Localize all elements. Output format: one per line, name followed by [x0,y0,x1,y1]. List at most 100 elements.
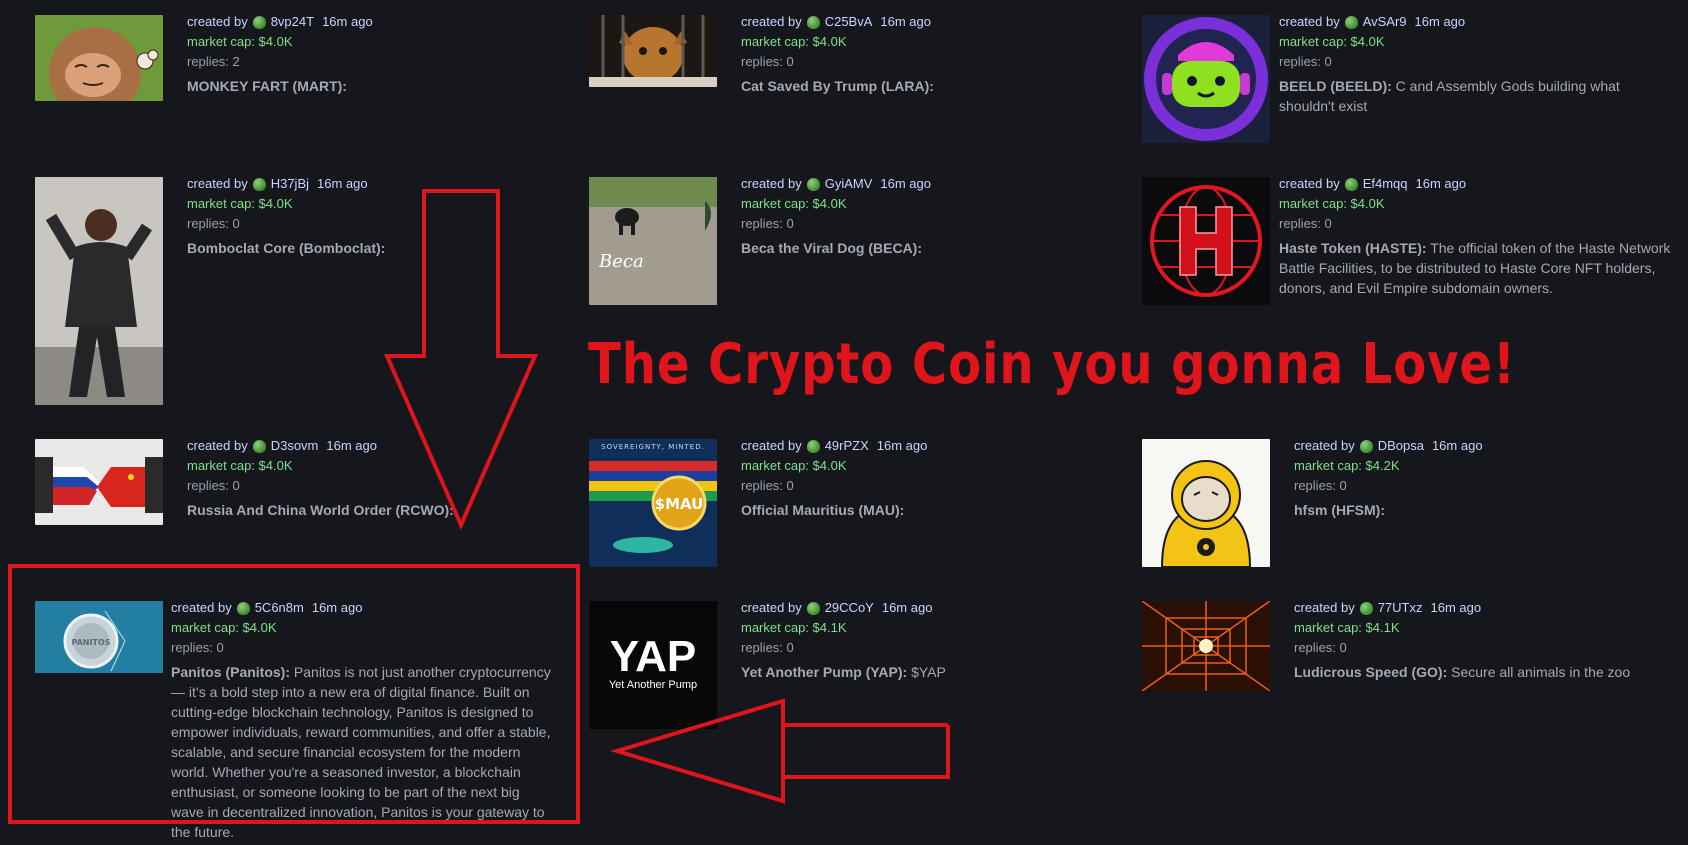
creator-link[interactable]: GyiAMV [825,174,873,194]
market-cap-label: market cap: [741,458,813,473]
annotation-headline: The Crypto Coin you gonna Love! [588,332,1516,397]
coin-thumbnail[interactable] [1142,15,1270,143]
created-by-label: created by [1279,176,1340,191]
created-time: 16m ago [881,600,933,615]
coin-name[interactable]: hfsm (HFSM): [1294,502,1385,518]
replies-label: replies: [187,54,233,69]
market-cap-value: $4.2K [1365,458,1400,473]
coin-name[interactable]: BEELD (BEELD): [1279,78,1392,94]
coin-thumbnail[interactable]: PANITOS [35,601,163,673]
coin-thumbnail[interactable] [35,439,163,525]
coin-description: Secure all animals in the zoo [1451,664,1631,680]
created-time: 16m ago [326,438,377,453]
created-time: 16m ago [1415,176,1467,191]
created-by-label: created by [187,14,248,29]
replies-label: replies: [171,640,217,655]
coin-name[interactable]: Bomboclat Core (Bomboclat): [187,240,385,256]
replies-count: 0 [216,640,224,655]
coin-name[interactable]: MONKEY FART (MART): [187,78,347,94]
market-cap-label: market cap: [741,196,813,211]
creator-link[interactable]: AvSAr9 [1363,12,1407,32]
coin-thumbnail[interactable] [1142,601,1270,691]
creator-link[interactable]: Ef4mqq [1363,174,1408,194]
creator-avatar-icon [236,601,250,615]
coin-name[interactable]: Beca the Viral Dog (BECA): [741,240,922,256]
coin-thumbnail[interactable] [35,15,163,101]
market-cap-label: market cap: [1279,34,1351,49]
created-time: 16m ago [322,14,373,29]
created-time: 16m ago [311,600,363,615]
replies-label: replies: [187,216,233,231]
creator-link[interactable]: 8vp24T [271,12,314,32]
replies-count: 0 [1324,216,1332,231]
created-time: 16m ago [1431,438,1483,453]
market-cap-label: market cap: [171,620,243,635]
creator-link[interactable]: H37jBj [271,174,309,194]
market-cap-label: market cap: [1279,196,1351,211]
market-cap-value: $4.0K [812,34,847,49]
creator-avatar-icon [1359,439,1373,453]
thumb-caption: Beca [598,251,644,272]
coin-thumbnail[interactable] [35,177,163,405]
replies-label: replies: [1279,54,1325,69]
created-by-label: created by [1294,600,1355,615]
coin-name[interactable]: Cat Saved By Trump (LARA): [741,78,934,94]
replies-label: replies: [741,54,787,69]
creator-link[interactable]: DBopsa [1378,436,1424,456]
market-cap-value: $4.0K [812,196,847,211]
coin-thumbnail[interactable] [589,15,717,87]
created-time: 16m ago [876,438,928,453]
replies-count: 0 [786,478,794,493]
market-cap-label: market cap: [741,34,813,49]
thumb-caption: SOVEREIGNTY, MINTED. [601,443,705,451]
replies-count: 0 [1339,640,1347,655]
replies-count: 0 [786,216,794,231]
created-time: 16m ago [1430,600,1482,615]
coin-thumbnail[interactable]: $MAU SOVEREIGNTY, MINTED. [589,439,717,567]
replies-count: 0 [1324,54,1332,69]
coin-name[interactable]: Russia And China World Order (RCWO): [187,502,454,518]
market-cap-label: market cap: [741,620,813,635]
creator-link[interactable]: 77UTxz [1378,598,1423,618]
market-cap-value: $4.0K [242,620,277,635]
creator-link[interactable]: D3sovm [271,436,319,456]
creator-link[interactable]: C25BvA [825,12,873,32]
created-by-label: created by [741,600,802,615]
coin-name[interactable]: Ludicrous Speed (GO): [1294,664,1447,680]
market-cap-label: market cap: [187,196,259,211]
created-by-label: created by [171,600,232,615]
replies-count: 0 [1339,478,1347,493]
coin-thumbnail[interactable]: YAP Yet Another Pump [589,601,717,729]
creator-avatar-icon [1344,177,1358,191]
coin-name[interactable]: Haste Token (HASTE): [1279,240,1427,256]
market-cap-value: $4.0K [812,458,847,473]
replies-count: 0 [232,216,240,231]
thumb-coin-label: $MAU [655,495,704,513]
coin-thumbnail[interactable]: Beca [589,177,717,305]
market-cap-value: $4.1K [1365,620,1400,635]
coin-thumbnail[interactable] [1142,177,1270,305]
replies-label: replies: [1294,478,1340,493]
thumb-subtitle: Yet Another Pump [609,679,697,691]
creator-avatar-icon [252,177,266,191]
coin-name[interactable]: Panitos (Panitos): [171,664,290,680]
replies-label: replies: [187,478,233,493]
creator-link[interactable]: 5C6n8m [255,598,304,618]
creator-avatar-icon [1359,601,1373,615]
creator-avatar-icon [806,601,820,615]
coin-name[interactable]: Yet Another Pump (YAP): [741,664,907,680]
coin-thumbnail[interactable] [1142,439,1270,567]
market-cap-label: market cap: [1294,458,1366,473]
creator-avatar-icon [252,15,266,29]
created-by-label: created by [187,176,248,191]
created-by-label: created by [741,438,802,453]
creator-avatar-icon [252,439,266,453]
creator-avatar-icon [806,177,820,191]
coin-name[interactable]: Official Mauritius (MAU): [741,502,904,518]
replies-count: 0 [232,478,240,493]
created-by-label: created by [741,14,802,29]
created-by-label: created by [1279,14,1340,29]
creator-link[interactable]: 29CCoY [825,598,874,618]
thumb-coin-label: PANITOS [71,638,110,647]
creator-link[interactable]: 49rPZX [825,436,869,456]
